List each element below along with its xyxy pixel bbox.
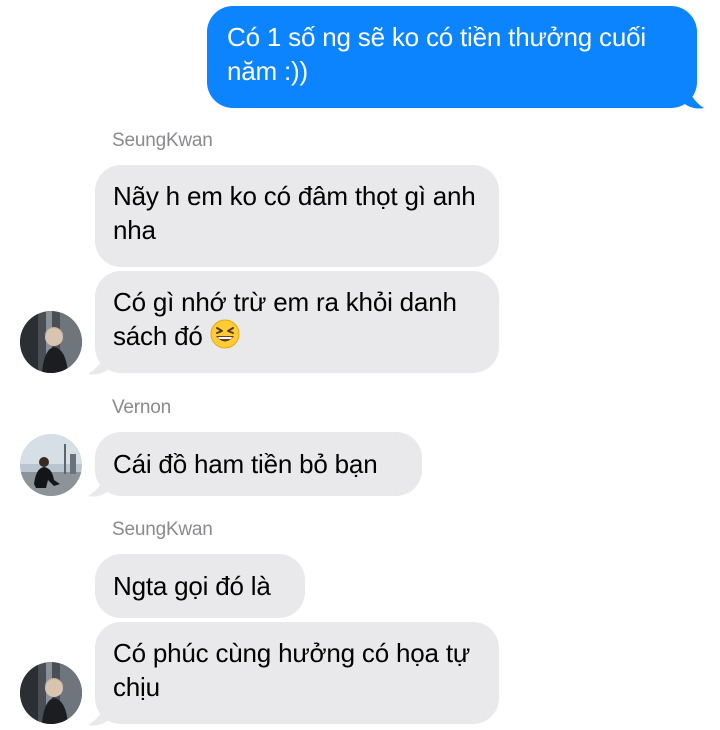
- outgoing-bubble-tail: [680, 80, 704, 109]
- sender-name: Vernon: [112, 397, 172, 418]
- seungkwan-avatar[interactable]: [20, 311, 82, 373]
- incoming-message-bubble[interactable]: Có phúc cùng hưởng có họa tự chịu: [95, 622, 499, 724]
- seungkwan-avatar[interactable]: [20, 662, 82, 724]
- grinning-squinting-face-icon: [210, 319, 240, 349]
- incoming-bubble-tail: [88, 699, 112, 726]
- incoming-message-bubble[interactable]: Nãy h em ko có đâm thọt gì anh nha: [95, 165, 499, 267]
- outgoing-message-bubble[interactable]: Có 1 số ng sẽ ko có tiền thưởng cuối năm…: [207, 6, 697, 108]
- message-text: Ngta gọi đó là: [113, 571, 271, 601]
- vernon-avatar[interactable]: [20, 434, 82, 496]
- message-text: Có 1 số ng sẽ ko có tiền thưởng cuối năm…: [227, 22, 646, 86]
- message-text: Có gì nhớ trừ em ra khỏi danh sách đó: [113, 287, 457, 351]
- incoming-message-bubble[interactable]: Cái đồ ham tiền bỏ bạn: [95, 432, 422, 496]
- incoming-message-bubble[interactable]: Ngta gọi đó là: [95, 554, 305, 618]
- message-text: Nãy h em ko có đâm thọt gì anh nha: [113, 181, 476, 245]
- message-thread: Có 1 số ng sẽ ko có tiền thưởng cuối năm…: [0, 0, 720, 730]
- incoming-bubble-tail: [88, 348, 112, 375]
- message-text: Có phúc cùng hưởng có họa tự chịu: [113, 638, 471, 702]
- incoming-message-bubble[interactable]: Có gì nhớ trừ em ra khỏi danh sách đó: [95, 271, 499, 373]
- sender-name: SeungKwan: [112, 130, 213, 151]
- message-text: Cái đồ ham tiền bỏ bạn: [113, 449, 378, 479]
- sender-name: SeungKwan: [112, 519, 213, 540]
- incoming-bubble-tail: [88, 470, 112, 497]
